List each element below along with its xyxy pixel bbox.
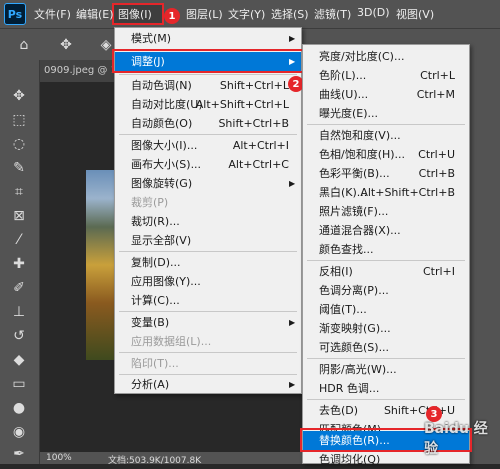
frame-icon[interactable]: ⊠ bbox=[9, 206, 29, 226]
adjust-gradient-map[interactable]: 渐变映射(G)... bbox=[303, 319, 469, 338]
menu-item-analysis[interactable]: 分析(A) ▶ bbox=[115, 375, 301, 394]
dodge-icon[interactable]: ◉ bbox=[9, 422, 29, 442]
photoshop-logo-icon[interactable]: Ps bbox=[4, 3, 26, 25]
right-panel bbox=[466, 60, 500, 452]
adjust-channel-mixer[interactable]: 通道混合器(X)... bbox=[303, 221, 469, 240]
menu-item-variables[interactable]: 变量(B) ▶ bbox=[115, 313, 301, 332]
adjust-hdr-toning[interactable]: HDR 色调... bbox=[303, 379, 469, 398]
home-icon[interactable]: ⌂ bbox=[14, 35, 34, 55]
tools-panel: ✥ ⬚ ◌ ✎ ⌗ ⊠ ⁄ ✚ ✐ ⊥ ↺ ◆ ▭ ● ◉ ✒ bbox=[0, 60, 40, 464]
adjust-curves[interactable]: 曲线(U)... Ctrl+M bbox=[303, 85, 469, 104]
move-tool-icon[interactable]: ✥ bbox=[56, 35, 76, 55]
history-brush-icon[interactable]: ↺ bbox=[9, 326, 29, 346]
eyedropper-icon[interactable]: ⁄ bbox=[9, 230, 29, 250]
move-icon[interactable]: ✥ bbox=[9, 86, 29, 106]
menu-layer[interactable]: 图层(L) bbox=[186, 6, 223, 22]
menu-item-auto-contrast[interactable]: 自动对比度(U) Alt+Shift+Ctrl+L bbox=[115, 95, 301, 114]
adjust-hue-saturation[interactable]: 色相/饱和度(H)... Ctrl+U bbox=[303, 145, 469, 164]
menu-view[interactable]: 视图(V) bbox=[396, 6, 434, 22]
adjust-shadows-highlights[interactable]: 阴影/高光(W)... bbox=[303, 360, 469, 379]
menu-edit[interactable]: 编辑(E) bbox=[76, 6, 114, 22]
menu-type[interactable]: 文字(Y) bbox=[228, 6, 265, 22]
menu-item-apply-data-set: 应用数据组(L)... bbox=[131, 335, 212, 348]
adjust-photo-filter[interactable]: 照片滤镜(F)... bbox=[303, 202, 469, 221]
menu-item-image-rotation[interactable]: 图像旋转(G) ▶ bbox=[115, 174, 301, 193]
menu-item-crop: 裁剪(P) bbox=[131, 196, 169, 209]
menu-item-auto-tone[interactable]: 自动色调(N) Shift+Ctrl+L bbox=[115, 76, 301, 95]
menu-item-duplicate[interactable]: 复制(D)... bbox=[115, 253, 301, 272]
clone-stamp-icon[interactable]: ⊥ bbox=[9, 302, 29, 322]
menu-3d[interactable]: 3D(D) bbox=[357, 6, 390, 19]
adjust-brightness-contrast[interactable]: 亮度/对比度(C)... bbox=[303, 47, 469, 66]
adjust-black-white[interactable]: 黑白(K)... Alt+Shift+Ctrl+B bbox=[303, 183, 469, 202]
adjust-submenu: 亮度/对比度(C)... 色阶(L)... Ctrl+L 曲线(U)... Ct… bbox=[302, 44, 470, 466]
step-badge-1: 1 bbox=[164, 8, 180, 24]
lasso-icon[interactable]: ◌ bbox=[9, 134, 29, 154]
crop-icon[interactable]: ⌗ bbox=[9, 182, 29, 202]
adjust-color-lookup[interactable]: 颜色查找... bbox=[303, 240, 469, 259]
pen-icon[interactable]: ✒ bbox=[9, 444, 29, 464]
baidu-watermark: Baidu 经验 bbox=[424, 421, 488, 457]
adjust-levels[interactable]: 色阶(L)... Ctrl+L bbox=[303, 66, 469, 85]
menu-item-calculations[interactable]: 计算(C)... bbox=[115, 291, 301, 310]
quick-select-icon[interactable]: ✎ bbox=[9, 158, 29, 178]
adjust-invert[interactable]: 反相(I) Ctrl+I bbox=[303, 262, 469, 281]
adjust-exposure[interactable]: 曝光度(E)... bbox=[303, 104, 469, 123]
adjust-vibrance[interactable]: 自然饱和度(V)... bbox=[303, 126, 469, 145]
adjust-equalize[interactable]: 色调均化(Q) bbox=[303, 450, 469, 469]
document-info: 文档:503.9K/1007.8K bbox=[108, 456, 202, 466]
menu-bar: Ps 文件(F) 编辑(E) 图像(I) 图层(L) 文字(Y) 选择(S) 滤… bbox=[0, 0, 500, 28]
menu-item-trim[interactable]: 裁切(R)... bbox=[115, 212, 301, 231]
menu-file[interactable]: 文件(F) bbox=[34, 6, 71, 22]
menu-select[interactable]: 选择(S) bbox=[271, 6, 309, 22]
menu-image[interactable]: 图像(I) bbox=[118, 6, 152, 22]
menu-item-reveal-all[interactable]: 显示全部(V) bbox=[115, 231, 301, 250]
adjust-selective-color[interactable]: 可选颜色(S)... bbox=[303, 338, 469, 357]
zoom-level: 100% bbox=[46, 453, 72, 463]
eraser-icon[interactable]: ◆ bbox=[9, 350, 29, 370]
menu-item-auto-color[interactable]: 自动颜色(O) Shift+Ctrl+B bbox=[115, 114, 301, 133]
document-tab[interactable]: 0909.jpeg @ 1 bbox=[40, 60, 120, 82]
marquee-icon[interactable]: ⬚ bbox=[9, 110, 29, 130]
brush-icon[interactable]: ✐ bbox=[9, 278, 29, 298]
document-photo bbox=[86, 170, 114, 360]
menu-item-apply-image[interactable]: 应用图像(Y)... bbox=[115, 272, 301, 291]
adjust-color-balance[interactable]: 色彩平衡(B)... Ctrl+B bbox=[303, 164, 469, 183]
menu-item-image-size[interactable]: 图像大小(I)... Alt+Ctrl+I bbox=[115, 136, 301, 155]
adjust-threshold[interactable]: 阈值(T)... bbox=[303, 300, 469, 319]
adjust-posterize[interactable]: 色调分离(P)... bbox=[303, 281, 469, 300]
gradient-icon[interactable]: ▭ bbox=[9, 374, 29, 394]
menu-item-trap: 陷印(T)... bbox=[131, 357, 179, 370]
menu-filter[interactable]: 滤镜(T) bbox=[314, 6, 351, 22]
menu-item-mode[interactable]: 模式(M) ▶ bbox=[115, 29, 301, 48]
image-menu-dropdown: 模式(M) ▶ 调整(J) ▶ 自动色调(N) Shift+Ctrl+L 自动对… bbox=[114, 27, 302, 394]
menu-item-canvas-size[interactable]: 画布大小(S)... Alt+Ctrl+C bbox=[115, 155, 301, 174]
adjust-highlight-box bbox=[112, 49, 304, 73]
healing-brush-icon[interactable]: ✚ bbox=[9, 254, 29, 274]
blur-icon[interactable]: ● bbox=[9, 398, 29, 418]
